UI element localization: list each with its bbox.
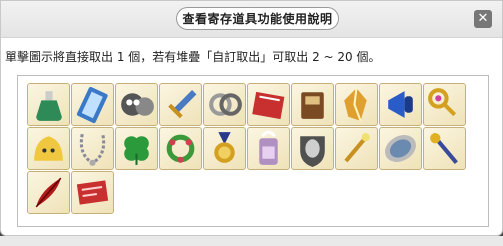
storage-item-slot[interactable]	[159, 83, 202, 126]
storage-item-slot[interactable]	[247, 127, 290, 170]
storage-item-slot[interactable]	[379, 83, 422, 126]
storage-item-slot[interactable]	[379, 127, 422, 170]
storage-item-slot[interactable]	[27, 83, 70, 126]
storage-item-slot[interactable]	[423, 83, 466, 126]
storage-item-slot[interactable]	[115, 127, 158, 170]
storage-item-slot[interactable]	[71, 83, 114, 126]
dialog-title: 查看寄存道具功能使用說明	[176, 7, 339, 30]
storage-item-slot[interactable]	[71, 171, 114, 214]
storage-item-slot[interactable]	[247, 83, 290, 126]
storage-item-slot[interactable]	[291, 83, 334, 126]
storage-item-slot[interactable]	[335, 83, 378, 126]
title-bar: 查看寄存道具功能使用說明 ✕	[1, 1, 502, 38]
storage-item-slot[interactable]	[203, 127, 246, 170]
storage-item-slot[interactable]	[27, 171, 70, 214]
storage-item-slot[interactable]	[27, 127, 70, 170]
background-strip	[0, 236, 503, 246]
storage-item-slot[interactable]	[423, 127, 466, 170]
storage-item-slot[interactable]	[335, 127, 378, 170]
instruction-text: 單擊圖示將直接取出 1 個，若有堆疊「自訂取出」可取出 2 ~ 20 個。	[5, 50, 381, 64]
storage-item-slot[interactable]	[71, 127, 114, 170]
storage-item-slot[interactable]	[291, 127, 334, 170]
storage-item-slot[interactable]	[203, 83, 246, 126]
item-grid	[17, 75, 489, 227]
close-button[interactable]: ✕	[474, 10, 492, 28]
storage-item-slot[interactable]	[159, 127, 202, 170]
storage-dialog: 查看寄存道具功能使用說明 ✕ 單擊圖示將直接取出 1 個，若有堆疊「自訂取出」可…	[0, 0, 503, 236]
storage-item-slot[interactable]	[115, 83, 158, 126]
